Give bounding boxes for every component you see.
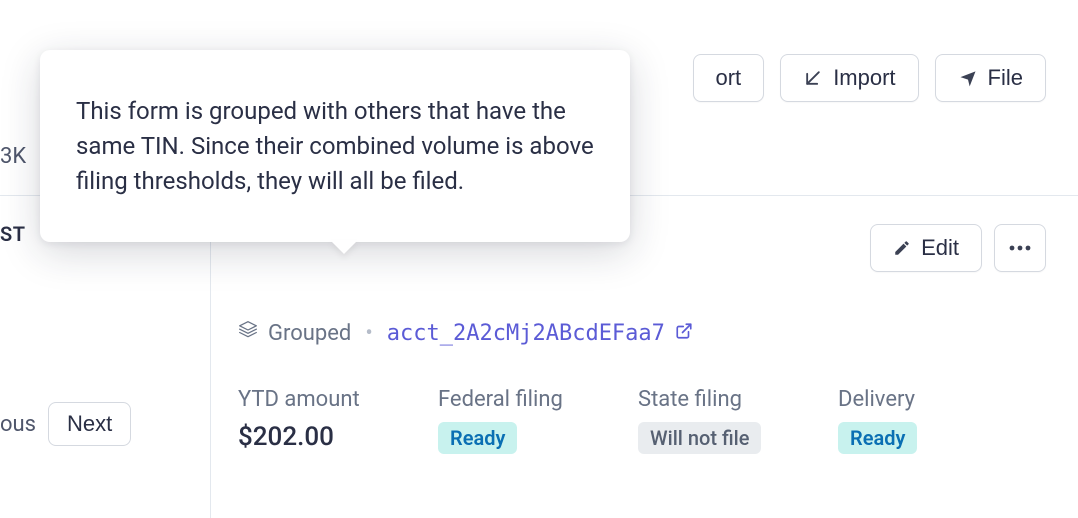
left-hint-st: ST <box>0 222 26 246</box>
external-link-icon <box>675 321 693 346</box>
stat-ytd-label: YTD amount <box>238 386 378 414</box>
stat-ytd-value: $202.00 <box>238 422 378 452</box>
detail-panel: Edit Grouped • acct_2A2cMj2ABcdEFaa7 Y <box>238 220 1046 454</box>
import-icon <box>803 68 823 88</box>
tooltip-text: This form is grouped with others that ha… <box>76 97 594 195</box>
left-hint-3k: 3K <box>0 144 26 169</box>
badge-state: Will not file <box>638 422 761 454</box>
stat-delivery-label: Delivery <box>838 386 978 414</box>
file-label: File <box>988 65 1023 91</box>
meta-row: Grouped • acct_2A2cMj2ABcdEFaa7 <box>238 320 1046 346</box>
vertical-divider <box>210 195 211 518</box>
stat-state-label: State filing <box>638 386 778 414</box>
grouped-tooltip: This form is grouped with others that ha… <box>40 50 630 242</box>
ellipsis-icon <box>1009 245 1031 251</box>
panel-header-actions: Edit <box>870 224 1046 272</box>
top-action-bar: ort Import File <box>693 54 1047 102</box>
meta-dot: • <box>365 321 372 346</box>
stat-ytd: YTD amount $202.00 <box>238 386 378 454</box>
left-hint-prev-next: ous Next <box>0 402 131 446</box>
stat-state: State filing Will not file <box>638 386 778 454</box>
layers-icon <box>238 320 258 346</box>
prev-partial: ous <box>0 412 36 437</box>
pencil-icon <box>893 239 911 257</box>
edit-label: Edit <box>921 235 959 261</box>
account-link[interactable]: acct_2A2cMj2ABcdEFaa7 <box>387 321 693 346</box>
account-id: acct_2A2cMj2ABcdEFaa7 <box>387 321 665 346</box>
file-button[interactable]: File <box>935 54 1046 102</box>
send-icon <box>958 68 978 88</box>
badge-delivery: Ready <box>838 422 917 454</box>
export-button[interactable]: ort <box>693 54 765 102</box>
grouped-indicator: Grouped <box>238 320 351 346</box>
stat-federal: Federal filing Ready <box>438 386 578 454</box>
import-label: Import <box>833 65 895 91</box>
stats-row: YTD amount $202.00 Federal filing Ready … <box>238 386 1046 454</box>
more-button[interactable] <box>994 224 1046 272</box>
badge-federal: Ready <box>438 422 517 454</box>
stat-delivery: Delivery Ready <box>838 386 978 454</box>
edit-button[interactable]: Edit <box>870 224 982 272</box>
import-button[interactable]: Import <box>780 54 918 102</box>
export-label: ort <box>716 65 742 91</box>
stat-federal-label: Federal filing <box>438 386 578 414</box>
next-label: Next <box>67 411 112 437</box>
grouped-label: Grouped <box>268 321 351 346</box>
next-button[interactable]: Next <box>48 402 131 446</box>
